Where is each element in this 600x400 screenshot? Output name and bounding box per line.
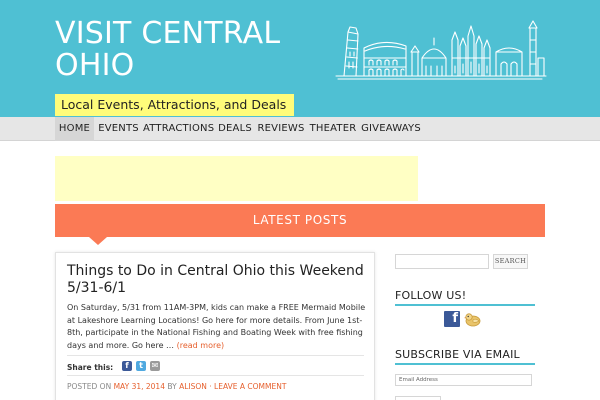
read-more-link[interactable]: (read more) xyxy=(177,341,225,350)
nav-item-home[interactable]: HOME xyxy=(55,117,94,141)
follow-us-rule xyxy=(395,304,535,306)
share-divider-bottom xyxy=(67,375,364,376)
search-button[interactable]: SEARCH xyxy=(493,254,528,269)
email-share-icon[interactable]: ✉ xyxy=(150,361,160,371)
site-title[interactable]: VISIT CENTRAL OHIO xyxy=(55,18,295,82)
post-author-link[interactable]: ALISON xyxy=(179,382,207,391)
latest-posts-pointer xyxy=(89,237,107,245)
site-tagline: Local Events, Attractions, and Deals xyxy=(55,94,295,116)
search-input[interactable] xyxy=(395,254,489,269)
bird-icon[interactable] xyxy=(464,312,481,327)
ad-banner[interactable] xyxy=(55,156,418,201)
nav-item-theater[interactable]: THEATER xyxy=(307,117,359,141)
main-navigation: HOME EVENTS ATTRACTIONS DEALS REVIEWS TH… xyxy=(0,117,600,141)
post-date-link[interactable]: MAY 31, 2014 xyxy=(114,382,165,391)
post-excerpt: On Saturday, 5/31 from 11AM-3PM, kids ca… xyxy=(67,302,367,352)
posted-on-label: POSTED ON xyxy=(67,382,112,391)
nav-item-reviews[interactable]: REVIEWS xyxy=(257,117,305,141)
by-label: BY xyxy=(167,382,177,391)
post-meta: POSTED ON MAY 31, 2014 BY ALISON · LEAVE… xyxy=(67,382,286,391)
meta-separator: · xyxy=(209,382,212,391)
nav-item-deals[interactable]: DEALS xyxy=(215,117,255,141)
post-card: Things to Do in Central Ohio this Weeken… xyxy=(55,252,375,400)
city-skyline-illustration xyxy=(335,20,547,80)
twitter-share-icon[interactable]: t xyxy=(136,361,146,371)
nav-item-attractions[interactable]: ATTRACTIONS xyxy=(143,117,214,141)
follow-us-title: FOLLOW US! xyxy=(395,289,467,302)
leave-comment-link[interactable]: LEAVE A COMMENT xyxy=(214,382,286,391)
subscribe-field[interactable] xyxy=(395,396,441,400)
latest-posts-heading: LATEST POSTS xyxy=(55,204,545,237)
email-address-input[interactable]: Email Address xyxy=(395,374,532,386)
nav-item-events[interactable]: EVENTS xyxy=(96,117,141,141)
nav-item-giveaways[interactable]: GIVEAWAYS xyxy=(361,117,421,141)
share-label: Share this: xyxy=(67,363,114,372)
facebook-icon[interactable]: f xyxy=(444,311,460,327)
post-title[interactable]: Things to Do in Central Ohio this Weeken… xyxy=(67,263,367,297)
share-divider-top xyxy=(67,355,364,356)
site-header: VISIT CENTRAL OHIO Local Events, Attract… xyxy=(0,0,600,117)
subscribe-title: SUBSCRIBE VIA EMAIL xyxy=(395,348,520,361)
facebook-share-icon[interactable]: f xyxy=(122,361,132,371)
subscribe-rule xyxy=(395,363,535,365)
